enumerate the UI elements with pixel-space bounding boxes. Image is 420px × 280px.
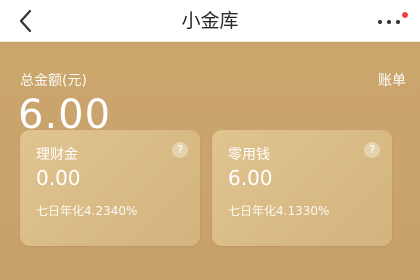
total-amount-label: 总金额(元) xyxy=(20,73,87,89)
card-value: 6.00 xyxy=(228,166,273,190)
more-dot-icon xyxy=(396,20,400,24)
top-navigation-bar: 小金库 xyxy=(0,0,420,42)
card-title: 零用钱 xyxy=(228,147,270,163)
pocket-money-card[interactable]: 零用钱 ? 6.00 七日年化4.1330% xyxy=(212,130,392,246)
wealth-fund-card[interactable]: 理财金 ? 0.00 七日年化4.2340% xyxy=(20,130,200,246)
more-dot-icon xyxy=(387,20,391,24)
question-icon[interactable]: ? xyxy=(364,142,380,158)
more-menu-button[interactable] xyxy=(374,10,408,32)
more-dot-icon xyxy=(378,20,382,24)
question-icon[interactable]: ? xyxy=(172,142,188,158)
card-value: 0.00 xyxy=(36,166,81,190)
notification-badge xyxy=(402,12,408,18)
card-title: 理财金 xyxy=(36,147,78,163)
card-rate: 七日年化4.2340% xyxy=(36,204,138,218)
page-title: 小金库 xyxy=(181,10,239,32)
bill-link[interactable]: 账单 xyxy=(378,70,406,90)
card-rate: 七日年化4.1330% xyxy=(228,204,330,218)
